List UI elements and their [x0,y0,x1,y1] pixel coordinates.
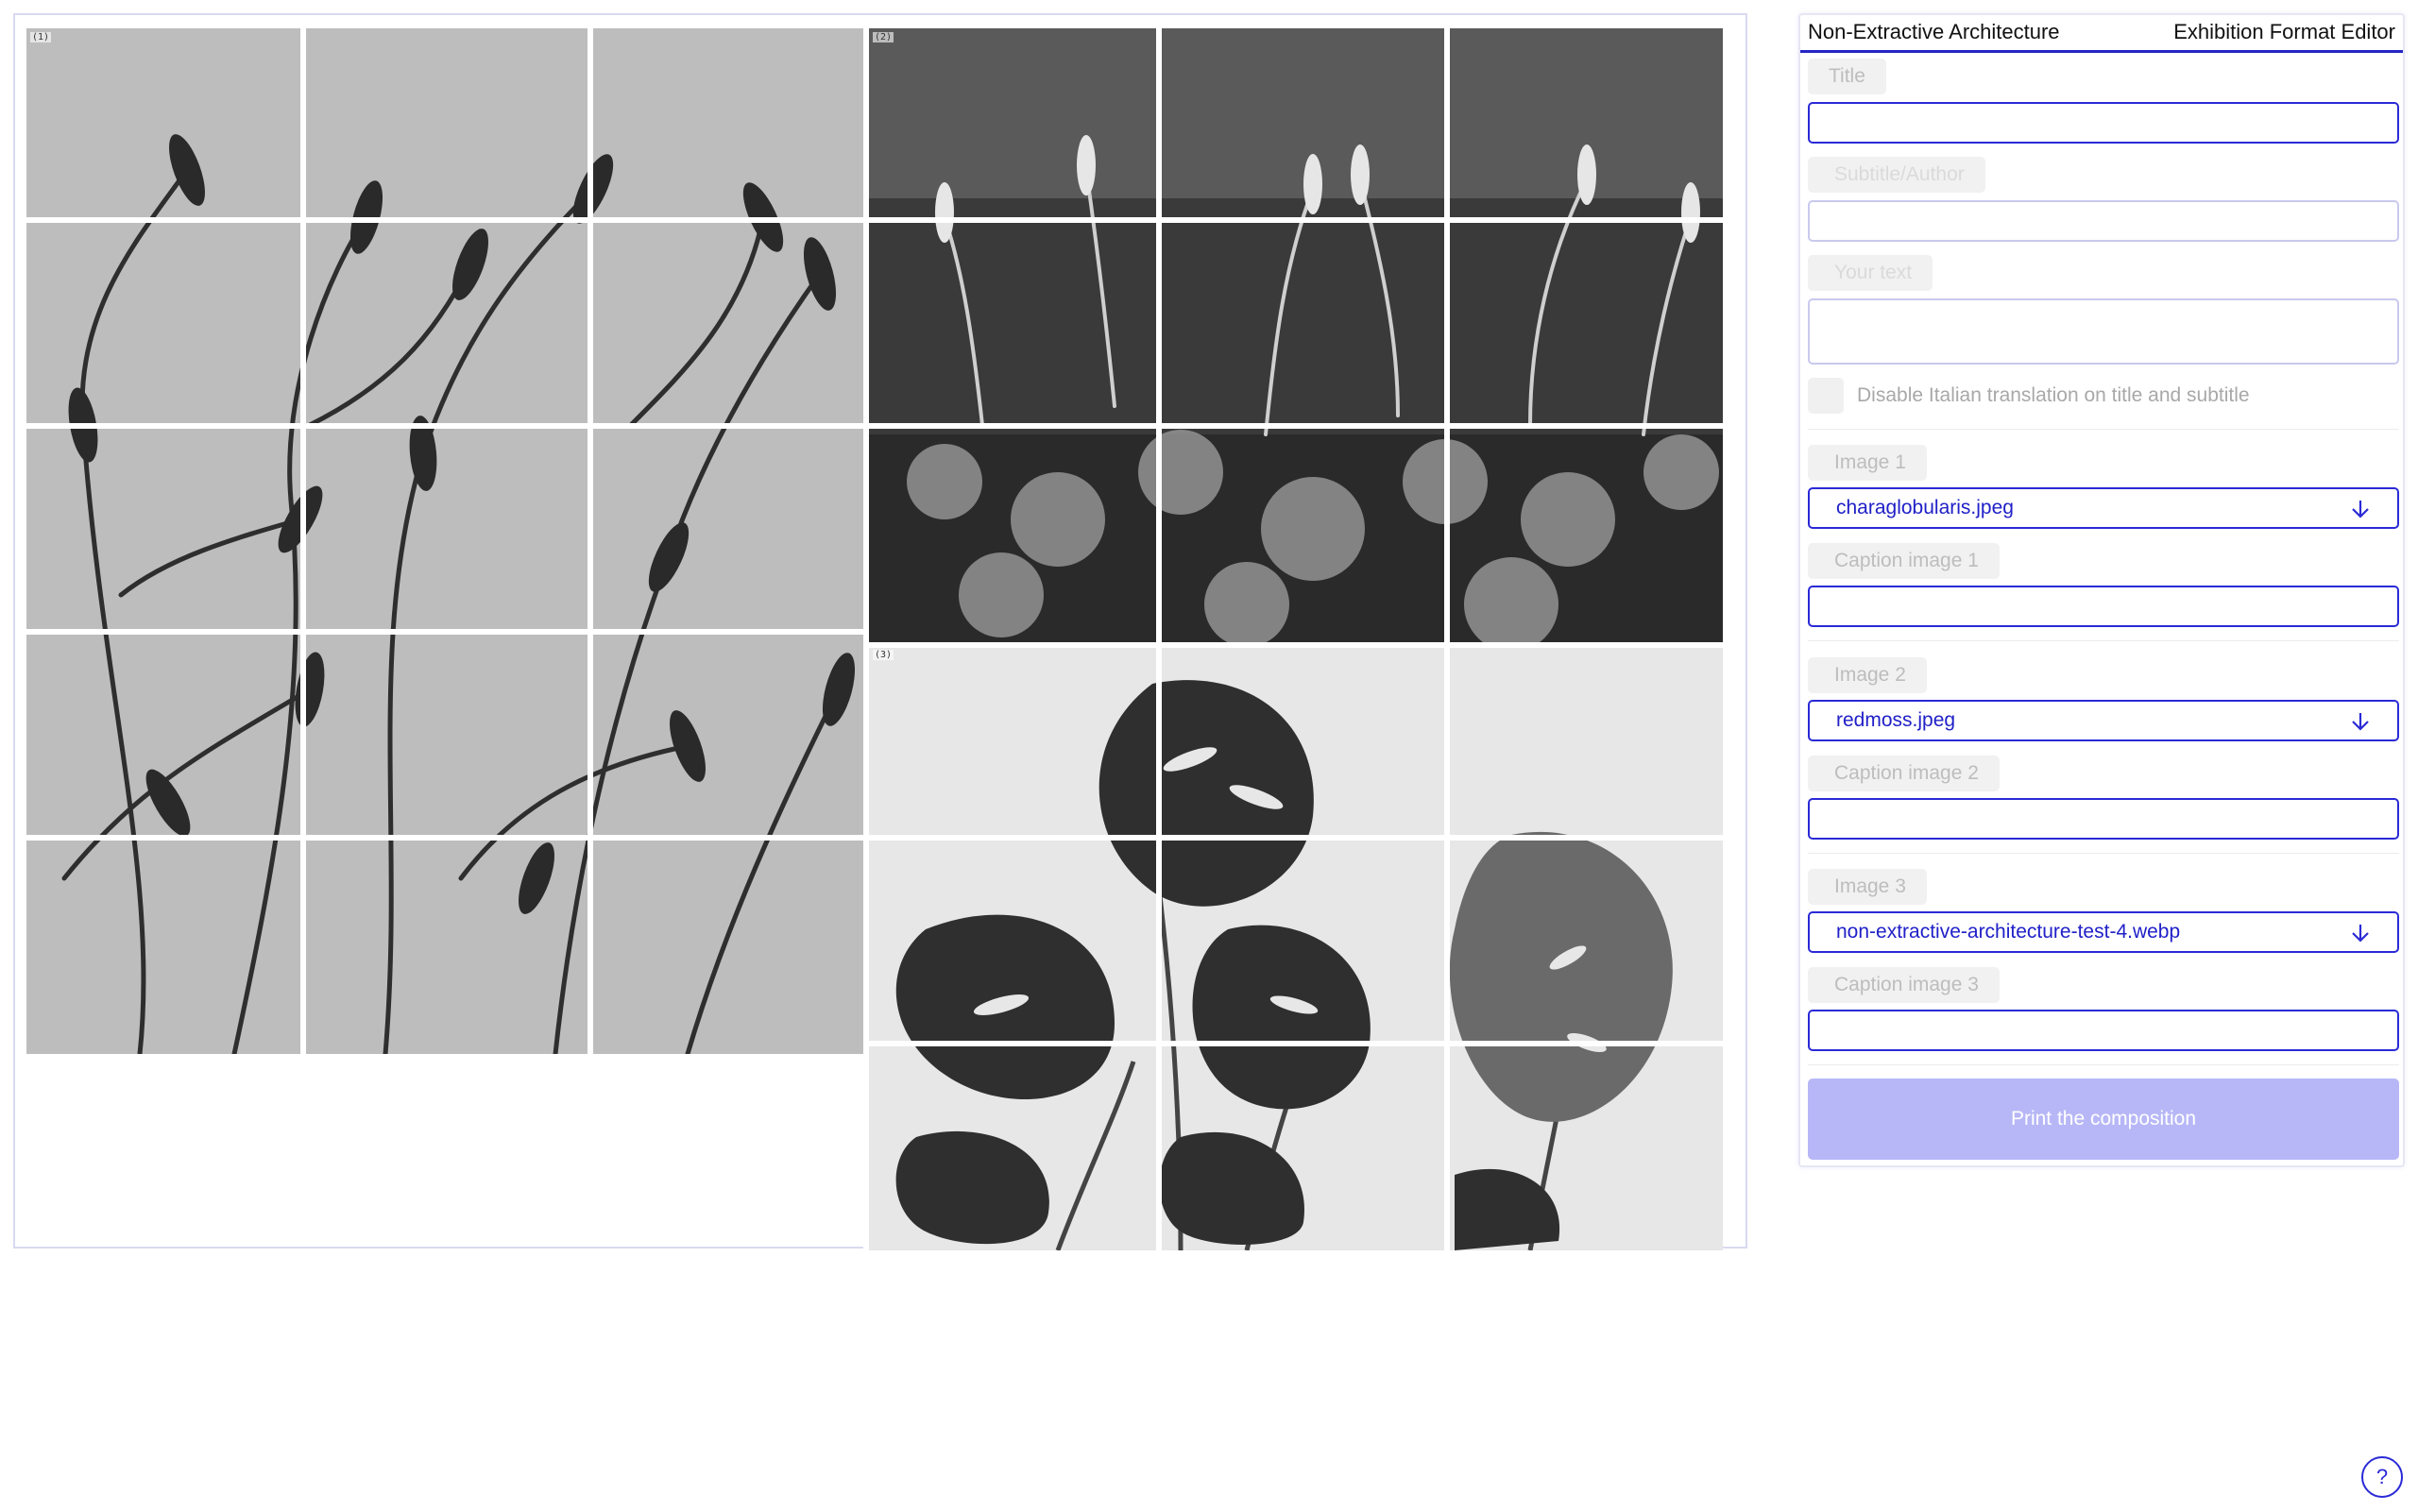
caption-2-label: Caption image 2 [1808,756,2000,791]
image-3-select[interactable]: non-extractive-architecture-test-4.webp [1808,911,2399,953]
image-1-value: charaglobularis.jpeg [1836,497,2014,518]
caption-1-input[interactable] [1808,586,2399,627]
image-2-label: Image 2 [1808,657,1927,693]
image-2-value: redmoss.jpeg [1836,709,1956,731]
composition-preview: (1) (2) (3) [13,13,1747,1250]
text-label: Your text [1808,255,1933,291]
title-input[interactable] [1808,102,2399,144]
image-3-label: Image 3 [1808,869,1927,905]
divider [1808,429,2399,430]
panel-3-image [869,646,1723,1250]
app-title: Non-Extractive Architecture [1808,20,2060,43]
monstera-illustration [869,646,1723,1250]
arrow-down-icon [2352,925,2369,943]
arrow-down-icon [2352,713,2369,731]
subtitle-input[interactable] [1808,200,2399,242]
question-mark-icon: ? [2375,1465,2389,1488]
panel-1-image [26,28,865,1054]
panel-2-number: (2) [873,32,894,42]
panel-2-image [869,28,1723,642]
title-label: Title [1808,59,1886,94]
editor-title: Exhibition Format Editor [2173,20,2395,43]
caption-1-label: Caption image 1 [1808,543,2000,579]
editor-header: Non-Extractive Architecture Exhibition F… [1800,15,2403,53]
divider [1808,853,2399,854]
panel-3-number: (3) [873,650,894,660]
red-moss-illustration [869,28,1723,642]
exhibition-format-editor: Non-Extractive Architecture Exhibition F… [1798,13,2405,1167]
arrow-down-icon [2352,501,2369,518]
disable-translation-label: Disable Italian translation on title and… [1857,384,2250,406]
image-3-value: non-extractive-architecture-test-4.webp [1836,921,2181,943]
image-1-select[interactable]: charaglobularis.jpeg [1808,487,2399,529]
print-composition-button[interactable]: Print the composition [1808,1079,2399,1160]
text-input[interactable] [1808,298,2399,365]
panel-1-number: (1) [30,32,52,42]
image-2-select[interactable]: redmoss.jpeg [1808,700,2399,741]
divider [1808,640,2399,641]
caption-3-label: Caption image 3 [1808,967,2000,1003]
image-1-label: Image 1 [1808,445,1927,481]
caption-3-input[interactable] [1808,1010,2399,1051]
divider [1808,1064,2399,1065]
disable-translation-checkbox[interactable] [1808,378,1844,414]
subtitle-label: Subtitle/Author [1808,157,1985,193]
chara-globularis-illustration [26,28,865,1054]
caption-2-input[interactable] [1808,798,2399,840]
help-button[interactable]: ? [2361,1456,2403,1498]
